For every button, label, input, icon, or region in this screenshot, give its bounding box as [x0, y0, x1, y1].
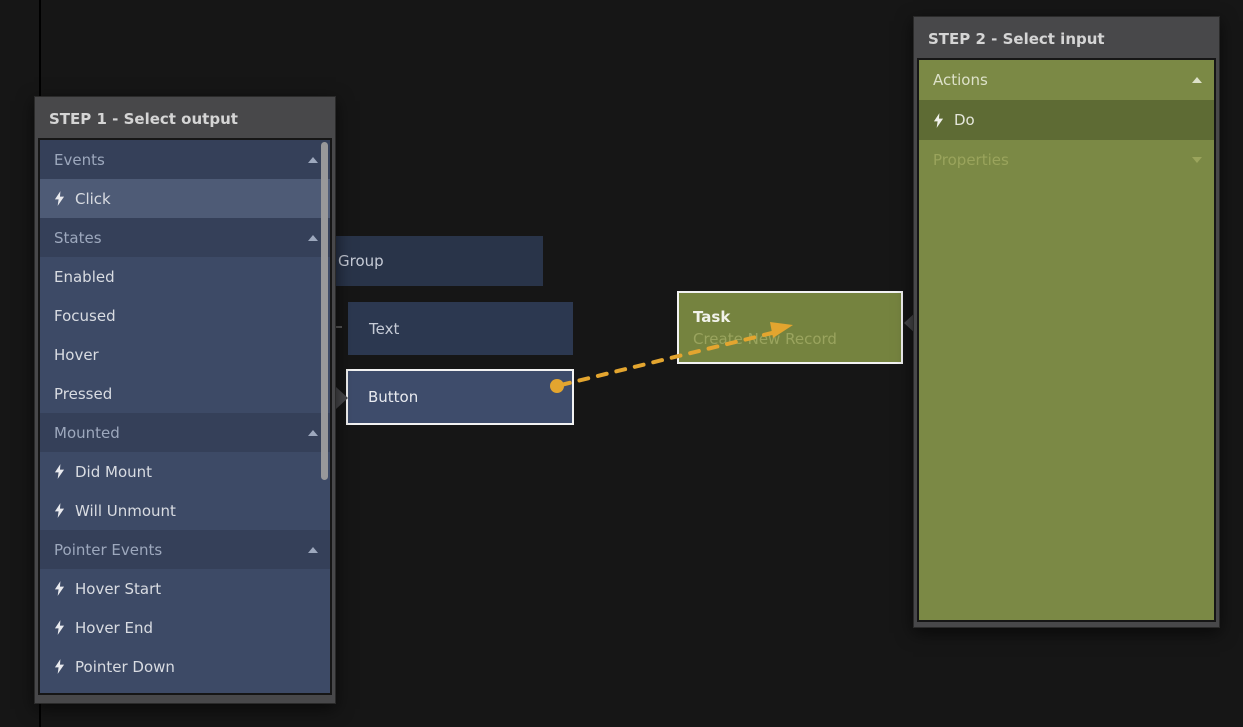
node-task-label: Task [693, 306, 730, 328]
section-mounted[interactable]: Mounted [40, 413, 330, 452]
step1-panel-title: STEP 1 - Select output [38, 100, 332, 138]
step1-panel-list: Events Click States Enabled Focused Hove… [38, 138, 332, 695]
section-states[interactable]: States [40, 218, 330, 257]
scrollbar-thumb[interactable] [321, 142, 328, 480]
list-item-hover-end[interactable]: Hover End [40, 608, 330, 647]
section-label: Events [54, 151, 105, 169]
expand-arrow-icon [1192, 157, 1202, 163]
item-label: Hover Start [75, 580, 161, 598]
collapse-arrow-icon [308, 430, 318, 436]
section-label: States [54, 229, 102, 247]
lightning-icon [54, 464, 65, 479]
lightning-icon [933, 113, 944, 128]
list-item-focused[interactable]: Focused [40, 296, 330, 335]
item-label: Hover [54, 346, 99, 364]
section-events[interactable]: Events [40, 140, 330, 179]
collapse-arrow-icon [1192, 77, 1202, 83]
list-item-enabled[interactable]: Enabled [40, 257, 330, 296]
node-group-label: Group [338, 252, 384, 270]
lightning-icon [54, 503, 65, 518]
node-button-label: Button [368, 388, 418, 406]
step2-panel-title: STEP 2 - Select input [917, 20, 1216, 58]
flow-canvas[interactable]: Group Text Button Task Create New Record… [0, 0, 1243, 727]
node-task-sublabel: Create New Record [693, 328, 837, 350]
item-label: Focused [54, 307, 116, 325]
item-label: Pressed [54, 385, 112, 403]
output-notch-icon [336, 387, 348, 409]
section-pointer-events[interactable]: Pointer Events [40, 530, 330, 569]
list-item-pointer-down[interactable]: Pointer Down [40, 647, 330, 686]
list-item-pressed[interactable]: Pressed [40, 374, 330, 413]
item-label: Will Unmount [75, 502, 176, 520]
list-item-do[interactable]: Do [919, 100, 1214, 140]
node-task[interactable]: Task Create New Record [677, 291, 903, 364]
section-label: Properties [933, 151, 1009, 169]
list-item-hover[interactable]: Hover [40, 335, 330, 374]
item-label: Did Mount [75, 463, 152, 481]
collapse-arrow-icon [308, 235, 318, 241]
lightning-icon [54, 191, 65, 206]
node-text-label: Text [369, 320, 399, 338]
lightning-icon [54, 620, 65, 635]
node-text[interactable]: Text [348, 302, 573, 355]
list-item-did-mount[interactable]: Did Mount [40, 452, 330, 491]
section-label: Actions [933, 71, 988, 89]
step2-panel: STEP 2 - Select input Actions Do Propert… [913, 16, 1220, 628]
section-properties[interactable]: Properties [919, 140, 1214, 180]
lightning-icon [54, 659, 65, 674]
list-item-hover-start[interactable]: Hover Start [40, 569, 330, 608]
item-label: Click [75, 190, 111, 208]
lightning-icon [54, 581, 65, 596]
node-group[interactable]: Group [300, 236, 543, 286]
section-label: Pointer Events [54, 541, 162, 559]
item-label: Enabled [54, 268, 115, 286]
collapse-arrow-icon [308, 157, 318, 163]
step1-panel: STEP 1 - Select output Events Click Stat… [34, 96, 336, 704]
list-item-will-unmount[interactable]: Will Unmount [40, 491, 330, 530]
section-label: Mounted [54, 424, 120, 442]
list-item-click[interactable]: Click [40, 179, 330, 218]
step2-panel-list: Actions Do Properties [917, 58, 1216, 622]
collapse-arrow-icon [308, 547, 318, 553]
section-actions[interactable]: Actions [919, 60, 1214, 100]
item-label: Do [954, 111, 975, 129]
item-label: Hover End [75, 619, 153, 637]
node-button[interactable]: Button [346, 369, 574, 425]
item-label: Pointer Down [75, 658, 175, 676]
